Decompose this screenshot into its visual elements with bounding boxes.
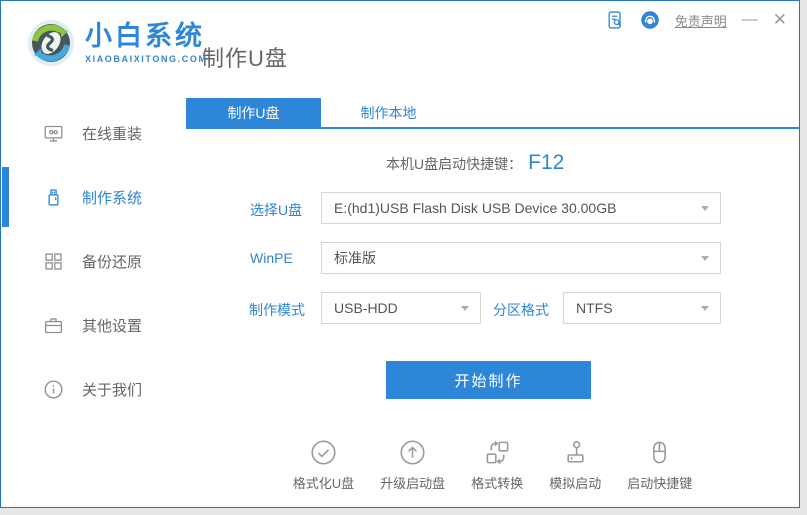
grid-icon [43,251,64,272]
sidebar-item-backup-restore[interactable]: 备份还原 [1,229,186,293]
boot-hotkey-value: F12 [528,151,564,175]
chevron-down-icon [701,306,709,311]
disclaimer-link[interactable]: 免责声明 [675,11,727,30]
chevron-down-icon [461,306,469,311]
sidebar-item-label: 其他设置 [82,315,142,336]
tool-upgrade-boot-disk[interactable]: 升级启动盘 [380,439,445,492]
tab-make-usb[interactable]: 制作U盘 [186,98,321,127]
tab-bar: 制作U盘 制作本地 [186,98,799,129]
app-window: 小白系统 XIAOBAIXITONG.COM 制作U盘 免责声明 — ✕ [0,0,800,508]
boot-hotkey-label: 本机U盘启动快捷键： [386,154,522,174]
sidebar-item-label: 制作系统 [82,187,142,208]
usb-drive-icon [43,187,64,208]
info-icon [43,379,64,400]
briefcase-icon [43,315,64,336]
make-mode-dropdown[interactable]: USB-HDD [321,292,481,324]
start-make-button[interactable]: 开始制作 [386,361,591,399]
tool-boot-hotkey[interactable]: 启动快捷键 [627,439,692,492]
sidebar-item-label: 备份还原 [82,251,142,272]
bottom-tools: 格式化U盘 升级启动盘 格式转换 [186,439,799,492]
logo-subtitle: XIAOBAIXITONG.COM [85,54,208,64]
tool-format-convert[interactable]: 格式转换 [471,439,523,492]
chevron-down-icon [701,256,709,261]
check-circle-icon [310,439,337,466]
boot-hotkey-line: 本机U盘启动快捷键： F12 [386,151,564,175]
tool-label: 启动快捷键 [627,473,692,492]
titlebar: 免责声明 — ✕ [605,9,787,31]
logo-title: 小白系统 [85,22,208,52]
tool-simulate-boot[interactable]: 模拟启动 [549,439,601,492]
monitor-icon [43,123,64,144]
winpe-value: 标准版 [334,248,376,268]
partition-format-label: 分区格式 [493,300,549,320]
tool-format-usb[interactable]: 格式化U盘 [293,439,354,492]
make-mode-value: USB-HDD [334,300,398,316]
mouse-icon [646,439,673,466]
usb-select-dropdown[interactable]: E:(hd1)USB Flash Disk USB Device 30.00GB [321,192,721,224]
sidebar-item-other-settings[interactable]: 其他设置 [1,293,186,357]
sidebar-item-label: 关于我们 [82,379,142,400]
tab-make-local[interactable]: 制作本地 [321,98,456,127]
sidebar-item-make-system[interactable]: 制作系统 [1,165,186,229]
winpe-label: WinPE [250,250,293,266]
minimize-button[interactable]: — [742,10,758,30]
page-title: 制作U盘 [202,41,288,73]
sidebar-item-online-reinstall[interactable]: 在线重装 [1,101,186,165]
usb-select-value: E:(hd1)USB Flash Disk USB Device 30.00GB [334,200,616,216]
format-convert-icon [484,439,511,466]
close-button[interactable]: ✕ [773,10,787,30]
customer-service-icon[interactable] [640,10,660,30]
winpe-dropdown[interactable]: 标准版 [321,242,721,274]
tool-label: 格式化U盘 [293,473,354,492]
tool-label: 格式转换 [471,473,523,492]
sidebar: 在线重装 制作系统 备份还原 [1,98,186,421]
usb-select-label: 选择U盘 [250,200,302,220]
arrow-up-circle-icon [399,439,426,466]
partition-format-dropdown[interactable]: NTFS [563,292,721,324]
sidebar-item-label: 在线重装 [82,123,142,144]
sidebar-item-about-us[interactable]: 关于我们 [1,357,186,421]
logo-icon [27,19,75,67]
document-search-icon[interactable] [605,10,625,30]
make-mode-label: 制作模式 [249,300,305,320]
joystick-icon [562,439,589,466]
app-logo: 小白系统 XIAOBAIXITONG.COM [27,19,208,67]
tool-label: 升级启动盘 [380,473,445,492]
tool-label: 模拟启动 [549,473,601,492]
chevron-down-icon [701,206,709,211]
partition-format-value: NTFS [576,300,613,316]
